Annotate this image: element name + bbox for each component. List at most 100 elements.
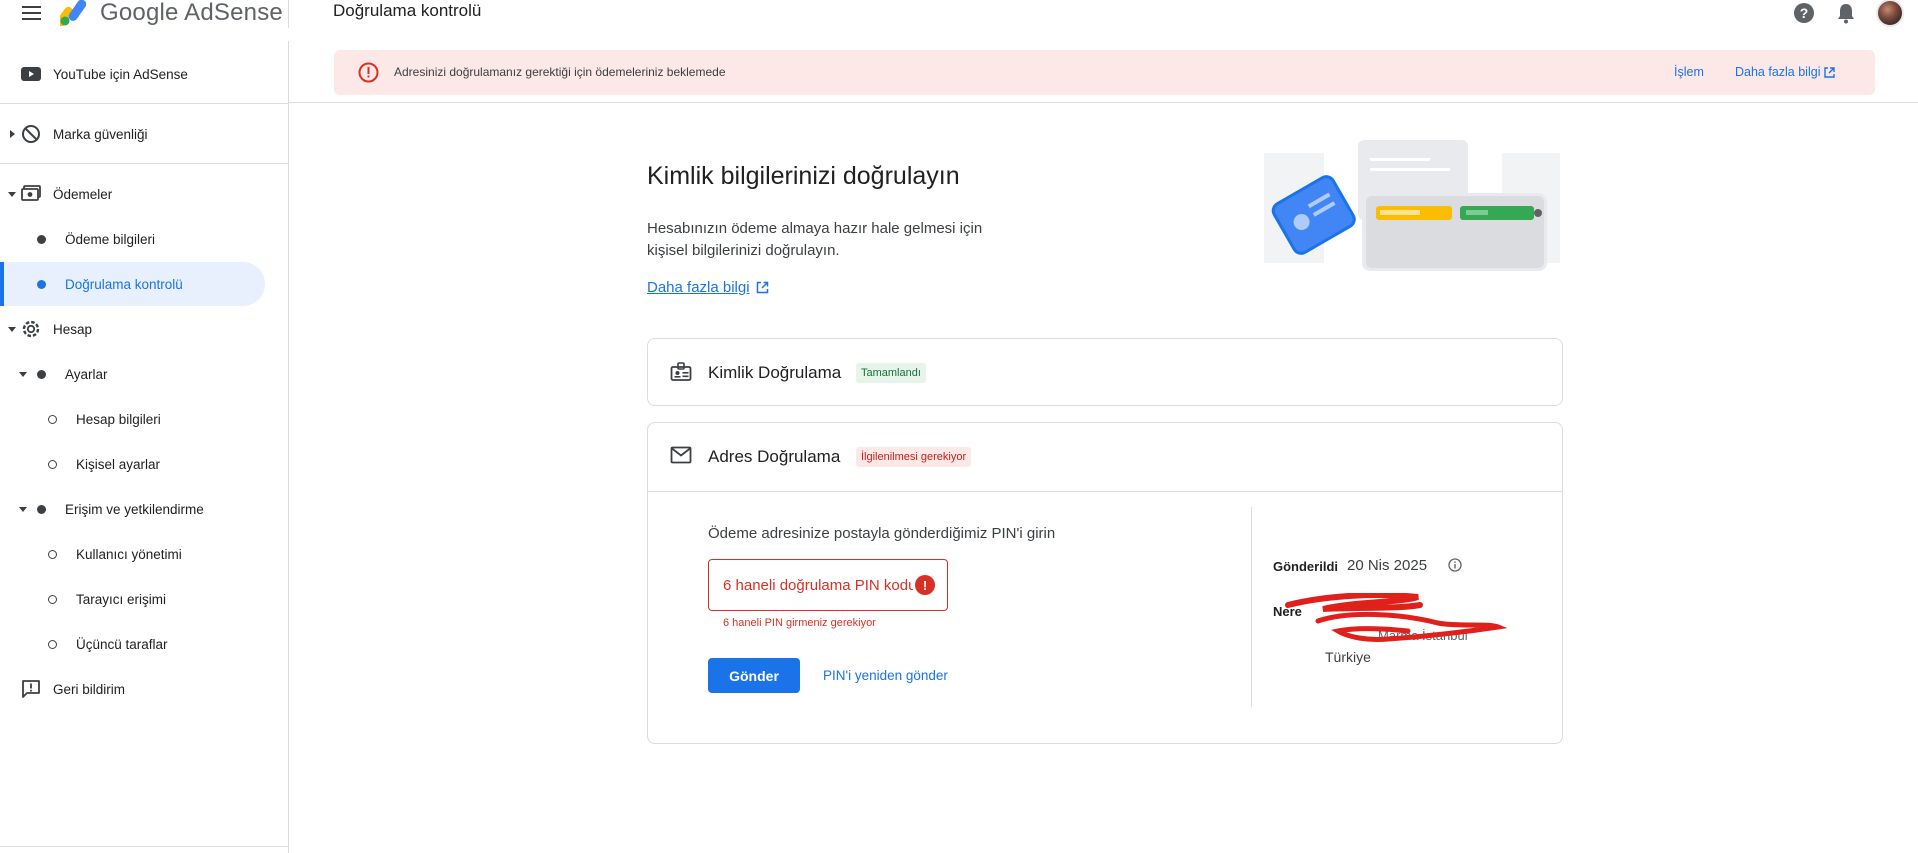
- open-in-new-icon: [756, 281, 768, 294]
- submit-button[interactable]: Gönder: [708, 658, 800, 693]
- app-name: Google AdSense: [100, 0, 283, 26]
- sidebar-item-label: Kullanıcı yönetimi: [76, 546, 182, 562]
- sidebar-item-payments[interactable]: Ödemeler: [0, 172, 265, 216]
- address-verification-card: Adres Doğrulama İlgilenilmesi gerekiyor …: [647, 422, 1563, 744]
- warning-banner: Adresinizi doğrulamanız gerektiği için ö…: [334, 50, 1875, 95]
- caret-right-icon: [10, 130, 15, 138]
- top-bar: Google AdSense Doğrulama kontrolü ?: [0, 0, 1918, 41]
- resend-pin-button[interactable]: PIN'i yeniden gönder: [823, 668, 948, 683]
- youtube-icon: [21, 66, 41, 82]
- sidebar-item-feedback[interactable]: Geri bildirim: [0, 667, 265, 711]
- app-logo[interactable]: Google AdSense: [60, 0, 283, 26]
- feedback-icon: [21, 679, 41, 699]
- sidebar-item-label: Erişim ve yetkilendirme: [65, 501, 204, 517]
- bullet-icon: [37, 279, 46, 289]
- caret-down-icon: [19, 507, 27, 512]
- bullet-icon: [37, 504, 46, 514]
- sidebar-divider: [0, 846, 288, 847]
- sidebar-item-account[interactable]: Hesap: [0, 307, 265, 351]
- sidebar-item-label: Ödeme bilgileri: [65, 231, 156, 247]
- card-title: Kimlik Doğrulama: [708, 363, 842, 382]
- status-badge: Tamamlandı: [856, 363, 926, 383]
- sidebar-item-label: Hesap bilgileri: [76, 411, 161, 427]
- sidebar-item-label: Doğrulama kontrolü: [65, 276, 183, 292]
- top-icons: ?: [1792, 0, 1904, 27]
- wallet-illustration: [1264, 140, 1560, 271]
- bullet-icon: [37, 234, 46, 244]
- status-badge: İlgilenilmesi gerekiyor: [856, 447, 972, 467]
- sidebar-item-access[interactable]: Erişim ve yetkilendirme: [0, 487, 265, 531]
- sidebar-item-label: Marka güvenliği: [53, 126, 148, 142]
- sidebar-item-account-info[interactable]: Hesap bilgileri: [0, 397, 265, 441]
- bullet-ring-icon: [48, 414, 57, 424]
- sidebar-item-youtube[interactable]: YouTube için AdSense: [0, 52, 265, 96]
- sidebar-item-user-management[interactable]: Kullanıcı yönetimi: [0, 532, 265, 576]
- learn-more-link[interactable]: Daha fazla bilgi: [647, 279, 769, 296]
- sidebar-item-payment-info[interactable]: Ödeme bilgileri: [0, 217, 265, 261]
- identity-verification-card[interactable]: Kimlik Doğrulama Tamamlandı: [647, 338, 1563, 406]
- caret-down-icon: [19, 372, 27, 377]
- main-title: Kimlik bilgilerinizi doğrulayın: [647, 162, 960, 190]
- sidebar-item-label: Geri bildirim: [53, 681, 126, 697]
- pin-label: Ödeme adresinize postayla gönderdiğimiz …: [708, 525, 1056, 542]
- payments-icon: [21, 185, 41, 203]
- sidebar-item-label: Hesap: [53, 321, 93, 337]
- gear-icon: [21, 319, 41, 339]
- bullet-icon: [37, 369, 46, 379]
- banner-learn-more-label: Daha fazla bilgi: [1735, 65, 1821, 79]
- sidebar-item-label: Kişisel ayarlar: [76, 456, 161, 472]
- sidebar-item-personal-settings[interactable]: Kişisel ayarlar: [0, 442, 265, 486]
- card-header: Kimlik Doğrulama Tamamlandı: [648, 339, 1562, 407]
- sidebar-item-label: Tarayıcı erişimi: [76, 591, 167, 607]
- top-divider: [288, 0, 289, 28]
- banner-action-link[interactable]: İşlem: [1674, 65, 1704, 79]
- sidebar-item-label: YouTube için AdSense: [53, 66, 188, 82]
- bullet-ring-icon: [48, 459, 57, 469]
- avatar[interactable]: [1876, 0, 1904, 27]
- sent-date: 20 Nis 2025: [1347, 557, 1428, 574]
- banner-learn-more-link[interactable]: Daha fazla bilgi: [1735, 65, 1836, 79]
- id-card-icon: [670, 362, 692, 387]
- sidebar-item-third-parties[interactable]: Üçüncü taraflar: [0, 622, 265, 666]
- sidebar-item-settings[interactable]: Ayarlar: [0, 352, 265, 396]
- sidebar-item-label: Ayarlar: [65, 366, 108, 382]
- sent-label: Gönderildi: [1273, 559, 1338, 574]
- bullet-ring-icon: [48, 594, 57, 604]
- redaction-scribble: [1285, 593, 1508, 642]
- sidebar-divider: [0, 103, 288, 104]
- card-header[interactable]: Adres Doğrulama İlgilenilmesi gerekiyor: [648, 423, 1562, 491]
- banner-message: Adresinizi doğrulamanız gerektiği için ö…: [394, 65, 726, 79]
- sidebar-item-verification[interactable]: Doğrulama kontrolü: [0, 262, 265, 306]
- block-icon: [21, 124, 41, 144]
- caret-down-icon: [8, 327, 16, 332]
- open-in-new-icon: [1824, 66, 1836, 78]
- page-title: Doğrulama kontrolü: [333, 1, 482, 20]
- bullet-ring-icon: [48, 639, 57, 649]
- sidebar-item-crawler-access[interactable]: Tarayıcı erişimi: [0, 577, 265, 621]
- bullet-ring-icon: [48, 549, 57, 559]
- adsense-logo-icon: [60, 0, 87, 26]
- info-icon[interactable]: [1448, 558, 1462, 577]
- error-icon: [358, 62, 379, 88]
- main-description: Hesabınızın ödeme almaya hazır hale gelm…: [647, 220, 983, 259]
- pin-input[interactable]: [723, 576, 913, 594]
- error-icon: !: [915, 575, 935, 595]
- pin-input-field[interactable]: !: [708, 559, 948, 611]
- banner-action-label: İşlem: [1674, 65, 1704, 79]
- mail-icon: [670, 446, 692, 469]
- svg-text:?: ?: [1800, 5, 1809, 21]
- learn-more-label: Daha fazla bilgi: [647, 279, 750, 296]
- sidebar-item-brand-safety[interactable]: Marka güvenliği: [0, 112, 265, 156]
- sidebar-item-label: Ödemeler: [53, 186, 113, 202]
- sidebar: YouTube için AdSense Marka güvenliği Öde…: [0, 41, 289, 853]
- pin-error-text: 6 haneli PIN girmeniz gerekiyor: [723, 617, 876, 629]
- card-title: Adres Doğrulama: [708, 447, 841, 466]
- bell-icon[interactable]: [1834, 1, 1858, 25]
- sidebar-item-label: Üçüncü taraflar: [76, 636, 168, 652]
- content-divider: [289, 102, 1918, 103]
- menu-icon[interactable]: [18, 2, 46, 24]
- sidebar-divider: [0, 163, 288, 164]
- help-icon[interactable]: ?: [1792, 1, 1816, 25]
- card-divider: [648, 491, 1562, 492]
- caret-down-icon: [8, 192, 16, 197]
